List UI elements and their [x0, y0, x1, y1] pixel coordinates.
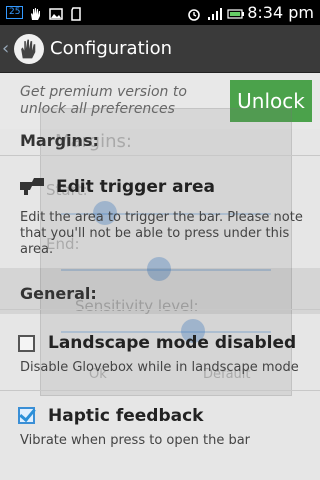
alarm-icon: [187, 6, 201, 21]
chevron-left-icon[interactable]: ‹: [0, 38, 12, 59]
pref-summary-haptic: Vibrate when press to open the bar: [20, 433, 251, 448]
pref-title-landscape: Landscape mode disabled: [48, 333, 297, 353]
sd-card-icon: [69, 6, 83, 21]
battery-icon: [227, 6, 245, 20]
pref-summary-edit-trigger: Edit the area to trigger the bar. Please…: [20, 210, 303, 257]
signal-icon: [207, 6, 223, 20]
glove-logo-icon[interactable]: [14, 33, 44, 64]
image-icon: [49, 6, 64, 20]
pref-summary-landscape: Disable Glovebox while in landscape mode: [20, 360, 299, 375]
section-header-margins: Margins:: [20, 131, 99, 150]
pref-title-haptic: Haptic feedback: [48, 406, 204, 426]
page-title: Configuration: [50, 38, 173, 59]
status-bar: 25 8:34 pm: [0, 0, 320, 25]
action-bar: ‹ Configuration: [0, 25, 320, 73]
divider: [0, 390, 320, 391]
notification-badge: 25: [6, 6, 24, 19]
crop-icon: [18, 176, 46, 200]
pref-title-edit-trigger: Edit trigger area: [56, 177, 216, 197]
clock-time: 8:34 pm: [247, 3, 314, 22]
section-header-general: General:: [20, 284, 97, 303]
haptic-checkbox[interactable]: [18, 407, 35, 424]
divider: [0, 309, 320, 310]
divider: [0, 155, 320, 156]
glove-icon: [29, 6, 43, 20]
landscape-checkbox[interactable]: [18, 335, 35, 352]
